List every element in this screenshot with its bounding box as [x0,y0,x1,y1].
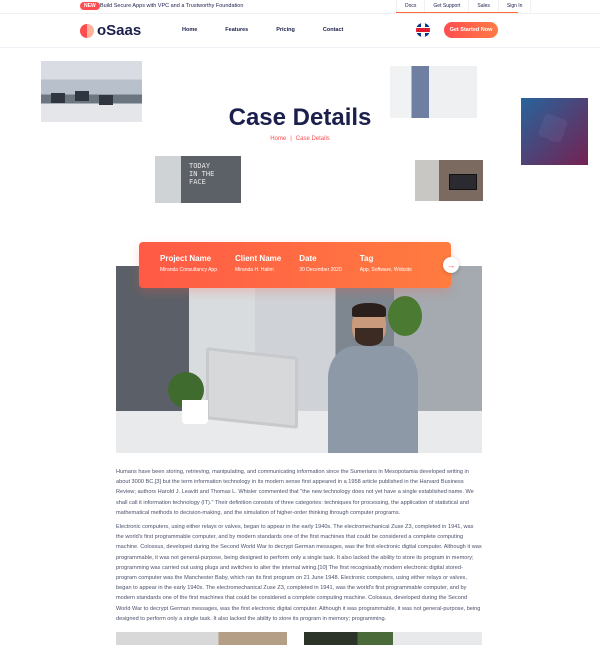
site-header: oSaas Home Features Pricing Contact Get … [0,14,600,48]
project-name-field: Project Name Miranda Consultancy App [160,254,217,288]
nav-features[interactable]: Features [225,26,248,34]
nav-home[interactable]: Home [182,26,197,34]
tag-field: Tag App, Software, Website [360,254,412,288]
project-name-label: Project Name [160,254,212,263]
neon-sign-photo: TODAY IN THE FACE [155,156,241,203]
client-name-label: Client Name [234,254,282,263]
top-bar: NEW Build Secure Apps with VPC and a Tru… [0,0,600,14]
tag-label: Tag [359,254,374,263]
laptop-screen [449,174,477,190]
gallery-image-left [116,632,287,645]
logo-text: oSaas [97,22,142,39]
gallery-image-right [304,632,482,645]
logo-mark-icon [80,24,94,38]
uk-flag-icon[interactable] [416,23,430,37]
top-accent-line [396,12,518,13]
case-main-image [116,266,482,453]
article-paragraph: Humans have been storing, retrieving, ma… [116,469,474,516]
date-field: Date 30 December 2020 [299,254,342,288]
get-started-button[interactable]: Get Started Now [444,22,498,38]
new-badge: NEW [80,2,100,10]
promo-text[interactable]: Build Secure Apps with VPC and a Trustwo… [100,2,243,10]
case-article: Humans have been storing, retrieving, ma… [116,467,482,628]
date-label: Date [299,254,317,263]
logo[interactable]: oSaas [80,23,141,39]
project-name-value: Miranda Consultancy App [160,267,217,273]
client-name-value: Miranda H. Halim [234,267,274,273]
date-value: 30 December 2020 [299,267,342,273]
nav-contact[interactable]: Contact [323,26,343,34]
main-nav: Home Features Pricing Contact [182,26,371,34]
tag-value: App, Software, Website [359,267,412,273]
nav-pricing[interactable]: Pricing [276,26,295,34]
next-arrow-icon[interactable]: → [443,257,459,273]
breadcrumb: Home | Case Details [0,135,600,143]
neon-sign-text: TODAY IN THE FACE [189,162,215,186]
article-paragraph: Electronic computers, using either relay… [116,524,482,622]
breadcrumb-separator: | [290,136,292,142]
page-title: Case Details [228,104,372,131]
project-info-card: Project Name Miranda Consultancy App Cli… [139,242,451,288]
client-name-field: Client Name Miranda H. Halim [235,254,281,288]
laptop-photo [415,160,483,201]
breadcrumb-home[interactable]: Home [270,136,286,142]
breadcrumb-current: Case Details [295,136,330,142]
